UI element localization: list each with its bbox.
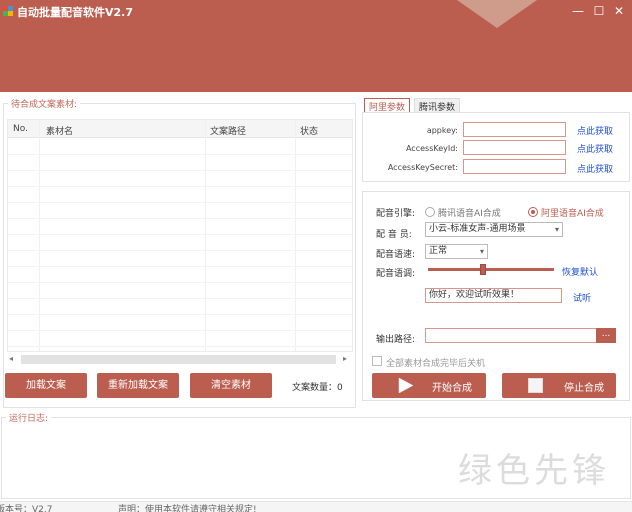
shutdown-label[interactable]: 全部素材合成完毕后关机 — [386, 356, 485, 369]
run-log-label: 运行日志: — [6, 411, 52, 424]
grid-row-line — [8, 154, 352, 155]
speed-select[interactable]: 正常 ▾ — [425, 244, 488, 259]
browse-path-button[interactable]: ... — [596, 328, 616, 343]
grid-row-line — [8, 346, 352, 347]
copy-count: 文案数量：0 — [292, 383, 343, 393]
stop-label: 停止合成 — [564, 383, 604, 394]
get-access-key-id-link[interactable]: 点此获取 — [577, 142, 613, 155]
title-decoration — [457, 0, 537, 28]
engine-option-tencent[interactable]: 腾讯语音AI合成 — [438, 206, 501, 219]
reload-copy-button[interactable]: 重新加载文案 — [97, 373, 179, 398]
access-key-secret-label: AccessKeySecret: — [387, 163, 458, 172]
pitch-label: 配音语调: — [376, 269, 416, 279]
grid-row-line — [8, 170, 352, 171]
start-synthesis-button[interactable]: 开始合成 — [372, 373, 486, 398]
access-key-secret-input[interactable] — [463, 159, 566, 174]
engine-radio-ali[interactable] — [528, 207, 538, 217]
shutdown-checkbox[interactable] — [372, 356, 382, 366]
load-copy-button[interactable]: 加载文案 — [5, 373, 87, 398]
chevron-down-icon: ▾ — [479, 247, 484, 256]
horizontal-scrollbar[interactable]: ◂ ▸ — [7, 353, 353, 366]
clear-material-button[interactable]: 清空素材 — [190, 373, 272, 398]
grid-row-line — [8, 250, 352, 251]
grid-row-line — [8, 202, 352, 203]
stop-icon — [528, 378, 543, 393]
grid-row-line — [8, 186, 352, 187]
grid-row-line — [8, 234, 352, 235]
version-text: 版本号：V2.7 — [0, 505, 53, 512]
reset-default-link[interactable]: 恢复默认 — [562, 265, 598, 278]
close-button[interactable]: ✕ — [611, 3, 627, 19]
grid-row-line — [8, 218, 352, 219]
material-panel-label: 待合成文案素材: — [8, 97, 81, 110]
speed-value: 正常 — [429, 246, 448, 256]
appkey-input[interactable] — [463, 122, 566, 137]
output-path-input[interactable] — [425, 328, 597, 343]
speed-label: 配音语速: — [376, 250, 416, 260]
window-title: 自动批量配音软件V2.7 — [17, 6, 133, 19]
scrollbar-track[interactable] — [21, 355, 336, 364]
access-key-id-label: AccessKeyId: — [405, 144, 458, 153]
engine-label: 配音引擎: — [376, 209, 416, 219]
minimize-button[interactable]: — — [570, 3, 586, 19]
grid-row-line — [8, 266, 352, 267]
status-bar: 版本号：V2.7 声明：使用本软件请遵守相关规定! — [0, 501, 632, 512]
notice-text: 声明：使用本软件请遵守相关规定! — [118, 505, 257, 512]
grid-row-line — [8, 314, 352, 315]
grid-row-line — [8, 282, 352, 283]
engine-option-ali[interactable]: 阿里语音AI合成 — [541, 206, 604, 219]
column-material-name[interactable]: 素材名 — [46, 124, 73, 137]
pitch-slider-handle[interactable] — [480, 264, 486, 275]
appkey-label: appkey: — [426, 126, 458, 135]
tab-ali-params[interactable]: 阿里参数 — [364, 98, 411, 113]
grid-row-line — [8, 330, 352, 331]
stop-synthesis-button[interactable]: 停止合成 — [502, 373, 616, 398]
voice-actor-value: 小云-标准女声-通用场景 — [429, 224, 526, 234]
voice-actor-select[interactable]: 小云-标准女声-通用场景 ▾ — [425, 222, 563, 237]
column-status[interactable]: 状态 — [300, 124, 318, 137]
material-table[interactable]: No. 素材名 文案路径 状态 — [7, 119, 353, 352]
pitch-slider[interactable] — [428, 268, 554, 271]
test-text-input[interactable]: 你好，欢迎试听效果！ — [425, 288, 562, 303]
column-copy-path[interactable]: 文案路径 — [210, 124, 246, 137]
listen-test-link[interactable]: 试听 — [573, 291, 591, 304]
get-access-key-secret-link[interactable]: 点此获取 — [577, 162, 613, 175]
engine-radio-tencent[interactable] — [425, 207, 435, 217]
play-icon — [398, 377, 414, 394]
material-panel: 待合成文案素材: No. 素材名 文案路径 状态 ◂ ▸ 加载文案 重新加载文案… — [3, 97, 356, 408]
chevron-down-icon: ▾ — [554, 225, 559, 234]
get-appkey-link[interactable]: 点此获取 — [577, 124, 613, 137]
output-path-label: 输出路径: — [376, 335, 416, 345]
watermark: 绿色先锋 — [458, 451, 610, 491]
start-label: 开始合成 — [432, 383, 472, 394]
grid-row-line — [8, 298, 352, 299]
tab-tencent-params[interactable]: 腾讯参数 — [414, 98, 461, 113]
table-header: No. 素材名 文案路径 状态 — [8, 120, 352, 138]
scroll-left-icon[interactable]: ◂ — [9, 354, 13, 363]
voice-actor-label: 配 音 员: — [376, 230, 412, 240]
title-bar: 自动批量配音软件V2.7 — ☐ ✕ — [0, 0, 632, 92]
access-key-id-input[interactable] — [463, 140, 566, 155]
column-no[interactable]: No. — [13, 124, 28, 134]
maximize-button[interactable]: ☐ — [591, 3, 607, 19]
scroll-right-icon[interactable]: ▸ — [343, 354, 347, 363]
app-logo-icon — [3, 6, 13, 16]
